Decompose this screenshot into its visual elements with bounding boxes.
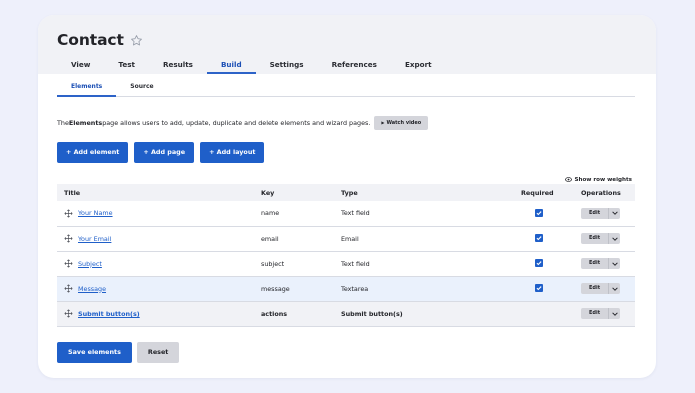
add-element-button[interactable]: + Add element [57, 142, 129, 163]
element-title-link[interactable]: Your Name [78, 209, 113, 217]
main-card: Contact View Test Results Build Settings… [38, 15, 656, 378]
element-title-link[interactable]: Message [78, 285, 106, 293]
operations-dropbutton: Edit [581, 258, 621, 269]
page-description: The Elements page allows users to add, u… [57, 116, 429, 130]
chevron-down-icon [611, 286, 618, 291]
header-title[interactable]: Title [57, 184, 254, 201]
check-icon [536, 286, 542, 291]
chevron-down-icon [611, 236, 618, 241]
element-key: message [254, 276, 334, 302]
drag-handle-icon[interactable] [64, 309, 73, 318]
operations-toggle[interactable] [608, 233, 620, 244]
check-icon [536, 236, 542, 241]
operations-toggle[interactable] [608, 283, 620, 294]
tab-settings[interactable]: Settings [256, 60, 318, 74]
page-header: Contact View Test Results Build Settings… [38, 15, 656, 74]
subtab-source[interactable]: Source [116, 83, 167, 96]
element-title-link[interactable]: Your Email [78, 235, 111, 243]
required-checkbox[interactable] [535, 259, 543, 267]
element-type: Text field [334, 251, 514, 277]
tab-references[interactable]: References [318, 60, 391, 74]
save-elements-button[interactable]: Save elements [57, 342, 132, 363]
tab-test[interactable]: Test [104, 60, 149, 74]
header-operations: Operations [574, 184, 635, 201]
operations-dropbutton: Edit [581, 233, 621, 244]
element-title-link[interactable]: Subject [78, 260, 102, 268]
chevron-down-icon [611, 311, 618, 316]
operations-toggle[interactable] [608, 308, 620, 319]
operations-toggle[interactable] [608, 207, 620, 219]
secondary-tabs: Elements Source [57, 83, 635, 97]
drag-handle-icon[interactable] [64, 209, 73, 218]
description-prefix: The [57, 119, 69, 127]
header-type[interactable]: Type [334, 184, 514, 201]
operations-dropbutton: Edit [581, 283, 621, 294]
check-icon [536, 210, 542, 216]
tab-view[interactable]: View [57, 60, 104, 74]
reset-button[interactable]: Reset [136, 342, 180, 363]
element-key: name [254, 201, 334, 227]
watch-video-label: Watch video [386, 120, 422, 126]
add-layout-button[interactable]: + Add layout [200, 142, 265, 163]
header-required: Required [514, 184, 574, 201]
drag-handle-icon[interactable] [64, 284, 73, 293]
element-key: subject [254, 251, 334, 277]
check-icon [536, 261, 542, 266]
operations-toggle[interactable] [608, 258, 620, 269]
required-checkbox[interactable] [535, 234, 543, 242]
show-row-weights-link[interactable]: Show row weights [565, 176, 632, 183]
tab-results[interactable]: Results [149, 60, 207, 74]
chevron-down-icon [611, 211, 618, 216]
form-actions: Save elements Reset [57, 342, 180, 363]
table-row: Subject subject Text field Edit [57, 251, 635, 277]
elements-table: Title Key Type Required Operations Your … [57, 184, 635, 327]
table-row: Message message Textarea Edit [57, 276, 635, 302]
title-row: Contact [57, 31, 143, 49]
element-type: Email [334, 226, 514, 252]
chevron-down-icon [611, 261, 618, 266]
tab-export[interactable]: Export [391, 60, 446, 74]
table-row: Submit button(s) actions Submit button(s… [57, 301, 635, 327]
subtab-elements[interactable]: Elements [57, 83, 117, 97]
edit-button[interactable]: Edit [581, 233, 608, 244]
table-header-row: Title Key Type Required Operations [57, 184, 635, 201]
element-title-link[interactable]: Submit button(s) [78, 310, 140, 318]
operations-dropbutton: Edit [581, 308, 621, 319]
tab-build[interactable]: Build [206, 60, 256, 74]
page-title: Contact [57, 31, 124, 49]
element-type: Submit button(s) [334, 301, 514, 327]
edit-button[interactable]: Edit [581, 308, 608, 319]
required-checkbox[interactable] [535, 284, 543, 292]
play-icon: ▶ [381, 120, 385, 125]
primary-tabs: View Test Results Build Settings Referen… [57, 60, 446, 74]
eye-icon [565, 177, 573, 182]
edit-button[interactable]: Edit [581, 283, 608, 294]
drag-handle-icon[interactable] [64, 259, 73, 268]
element-key: actions [254, 301, 334, 327]
description-bold: Elements [68, 119, 103, 127]
add-actions: + Add element + Add page + Add layout [57, 142, 270, 163]
table-row: Your Name name Text field Edit [57, 201, 635, 227]
required-checkbox[interactable] [535, 208, 543, 217]
description-suffix: page allows users to add, update, duplic… [102, 119, 371, 127]
table-row: Your Email email Email Edit [57, 226, 635, 252]
add-page-button[interactable]: + Add page [134, 142, 195, 163]
operations-dropbutton: Edit [581, 207, 621, 219]
element-type: Textarea [334, 276, 514, 302]
element-key: email [254, 226, 334, 252]
drag-handle-icon[interactable] [64, 234, 73, 243]
edit-button[interactable]: Edit [581, 258, 608, 269]
star-outline-icon[interactable] [130, 34, 143, 47]
edit-button[interactable]: Edit [581, 208, 608, 219]
row-weights-label: Show row weights [574, 176, 632, 183]
header-key[interactable]: Key [254, 184, 334, 201]
watch-video-button[interactable]: ▶ Watch video [374, 116, 429, 130]
element-type: Text field [334, 201, 514, 227]
